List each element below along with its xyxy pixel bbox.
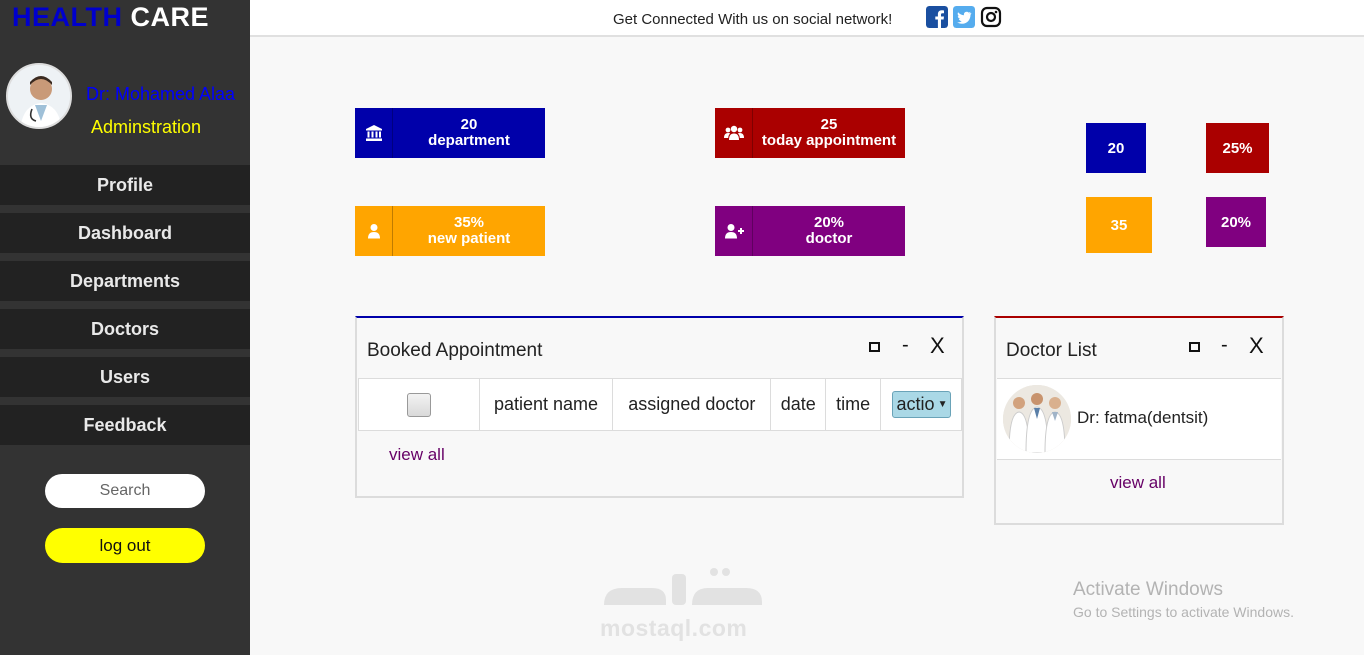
mini-stat-doctors[interactable]: 20% — [1206, 197, 1266, 247]
action-select[interactable]: actio ▼ — [891, 391, 951, 418]
stat-today-appointment[interactable]: 25 today appointment — [715, 108, 905, 158]
brand-part-health: HEALTH — [12, 2, 123, 32]
minimize-button[interactable]: - — [1221, 334, 1228, 357]
select-all-checkbox[interactable] — [406, 392, 431, 417]
stat-label: department — [428, 132, 510, 149]
facebook-icon[interactable] — [926, 6, 948, 28]
mostaql-watermark-text: mostaql.com — [600, 615, 748, 641]
logout-button[interactable]: log out — [45, 528, 205, 563]
doctor-view-all-link[interactable]: view all — [1110, 473, 1166, 493]
close-button[interactable]: X — [930, 333, 945, 359]
twitter-icon[interactable] — [953, 6, 975, 28]
stat-label: doctor — [805, 230, 853, 247]
sidebar-item-feedback[interactable]: Feedback — [0, 405, 250, 445]
column-header[interactable]: date — [770, 378, 827, 431]
doctor-role: Adminstration — [91, 117, 202, 137]
sidebar: HEALTH CARE Dr: Mohamed Alaa Adminstrati… — [0, 0, 250, 655]
mini-stat-appointments[interactable]: 25% — [1206, 123, 1269, 173]
booked-appointment-panel: Booked Appointment - X patient name assi… — [355, 316, 964, 498]
avatar[interactable] — [6, 63, 72, 129]
search-input[interactable] — [45, 474, 205, 508]
sidebar-item-departments[interactable]: Departments — [0, 261, 250, 301]
booked-view-all-link[interactable]: view all — [389, 445, 445, 465]
activate-windows-title: Activate Windows — [1073, 579, 1223, 600]
action-select-value: actio — [896, 394, 935, 414]
doctor-name: Dr: fatma(dentsit) — [1077, 408, 1209, 427]
table-header-row: patient name assigned doctor date time a… — [358, 378, 962, 431]
column-header[interactable]: patient name — [478, 378, 614, 431]
sidebar-item-users[interactable]: Users — [0, 357, 250, 397]
panel-title: Booked Appointment — [367, 340, 543, 361]
close-button[interactable]: X — [1249, 333, 1264, 359]
sidebar-item-dashboard[interactable]: Dashboard — [0, 213, 250, 253]
instagram-icon[interactable] — [980, 6, 1002, 28]
stat-value: 20% — [813, 214, 845, 231]
user-icon — [355, 206, 393, 256]
stat-value: 25 — [820, 116, 838, 133]
bank-icon — [355, 108, 393, 158]
panel-title: Doctor List — [1006, 340, 1097, 361]
column-header[interactable]: time — [825, 378, 882, 431]
stat-value: 35% — [453, 214, 485, 231]
mini-stat-patients[interactable]: 35 — [1086, 197, 1152, 253]
maximize-button[interactable] — [869, 342, 880, 352]
doctor-list-item[interactable]: Dr: fatma(dentsit) — [997, 378, 1281, 460]
stat-label: new patient — [427, 230, 511, 247]
sidebar-nav: Profile Dashboard Departments Doctors Us… — [0, 165, 250, 453]
user-plus-icon — [715, 206, 753, 256]
chevron-down-icon: ▼ — [937, 399, 948, 410]
doctor-photo — [1003, 385, 1071, 453]
mini-stat-departments[interactable]: 20 — [1086, 123, 1146, 173]
stat-new-patient[interactable]: 35% new patient — [355, 206, 545, 256]
social-connect-text: Get Connected With us on social network! — [613, 11, 893, 28]
sidebar-item-doctors[interactable]: Doctors — [0, 309, 250, 349]
stat-label: today appointment — [761, 132, 897, 149]
stat-departments[interactable]: 20 department — [355, 108, 545, 158]
action-cell: actio ▼ — [880, 378, 962, 431]
stat-value: 20 — [460, 116, 478, 133]
column-header[interactable]: assigned doctor — [612, 378, 772, 431]
select-all-cell — [358, 378, 480, 431]
brand-logo[interactable]: HEALTH CARE — [12, 2, 209, 33]
stat-doctor[interactable]: 20% doctor — [715, 206, 905, 256]
sidebar-item-profile[interactable]: Profile — [0, 165, 250, 205]
appointment-table: patient name assigned doctor date time a… — [358, 378, 962, 431]
doctor-list-panel: Doctor List - X Dr: fatma(dentsit) view … — [994, 316, 1284, 525]
brand-part-care: CARE — [130, 2, 210, 32]
doctor-name: Dr: Mohamed Alaa — [86, 84, 236, 104]
users-group-icon — [715, 108, 753, 158]
minimize-button[interactable]: - — [902, 334, 909, 357]
activate-windows-subtitle: Go to Settings to activate Windows. — [1073, 604, 1294, 620]
maximize-button[interactable] — [1189, 342, 1200, 352]
top-bar: Get Connected With us on social network! — [250, 0, 1364, 37]
